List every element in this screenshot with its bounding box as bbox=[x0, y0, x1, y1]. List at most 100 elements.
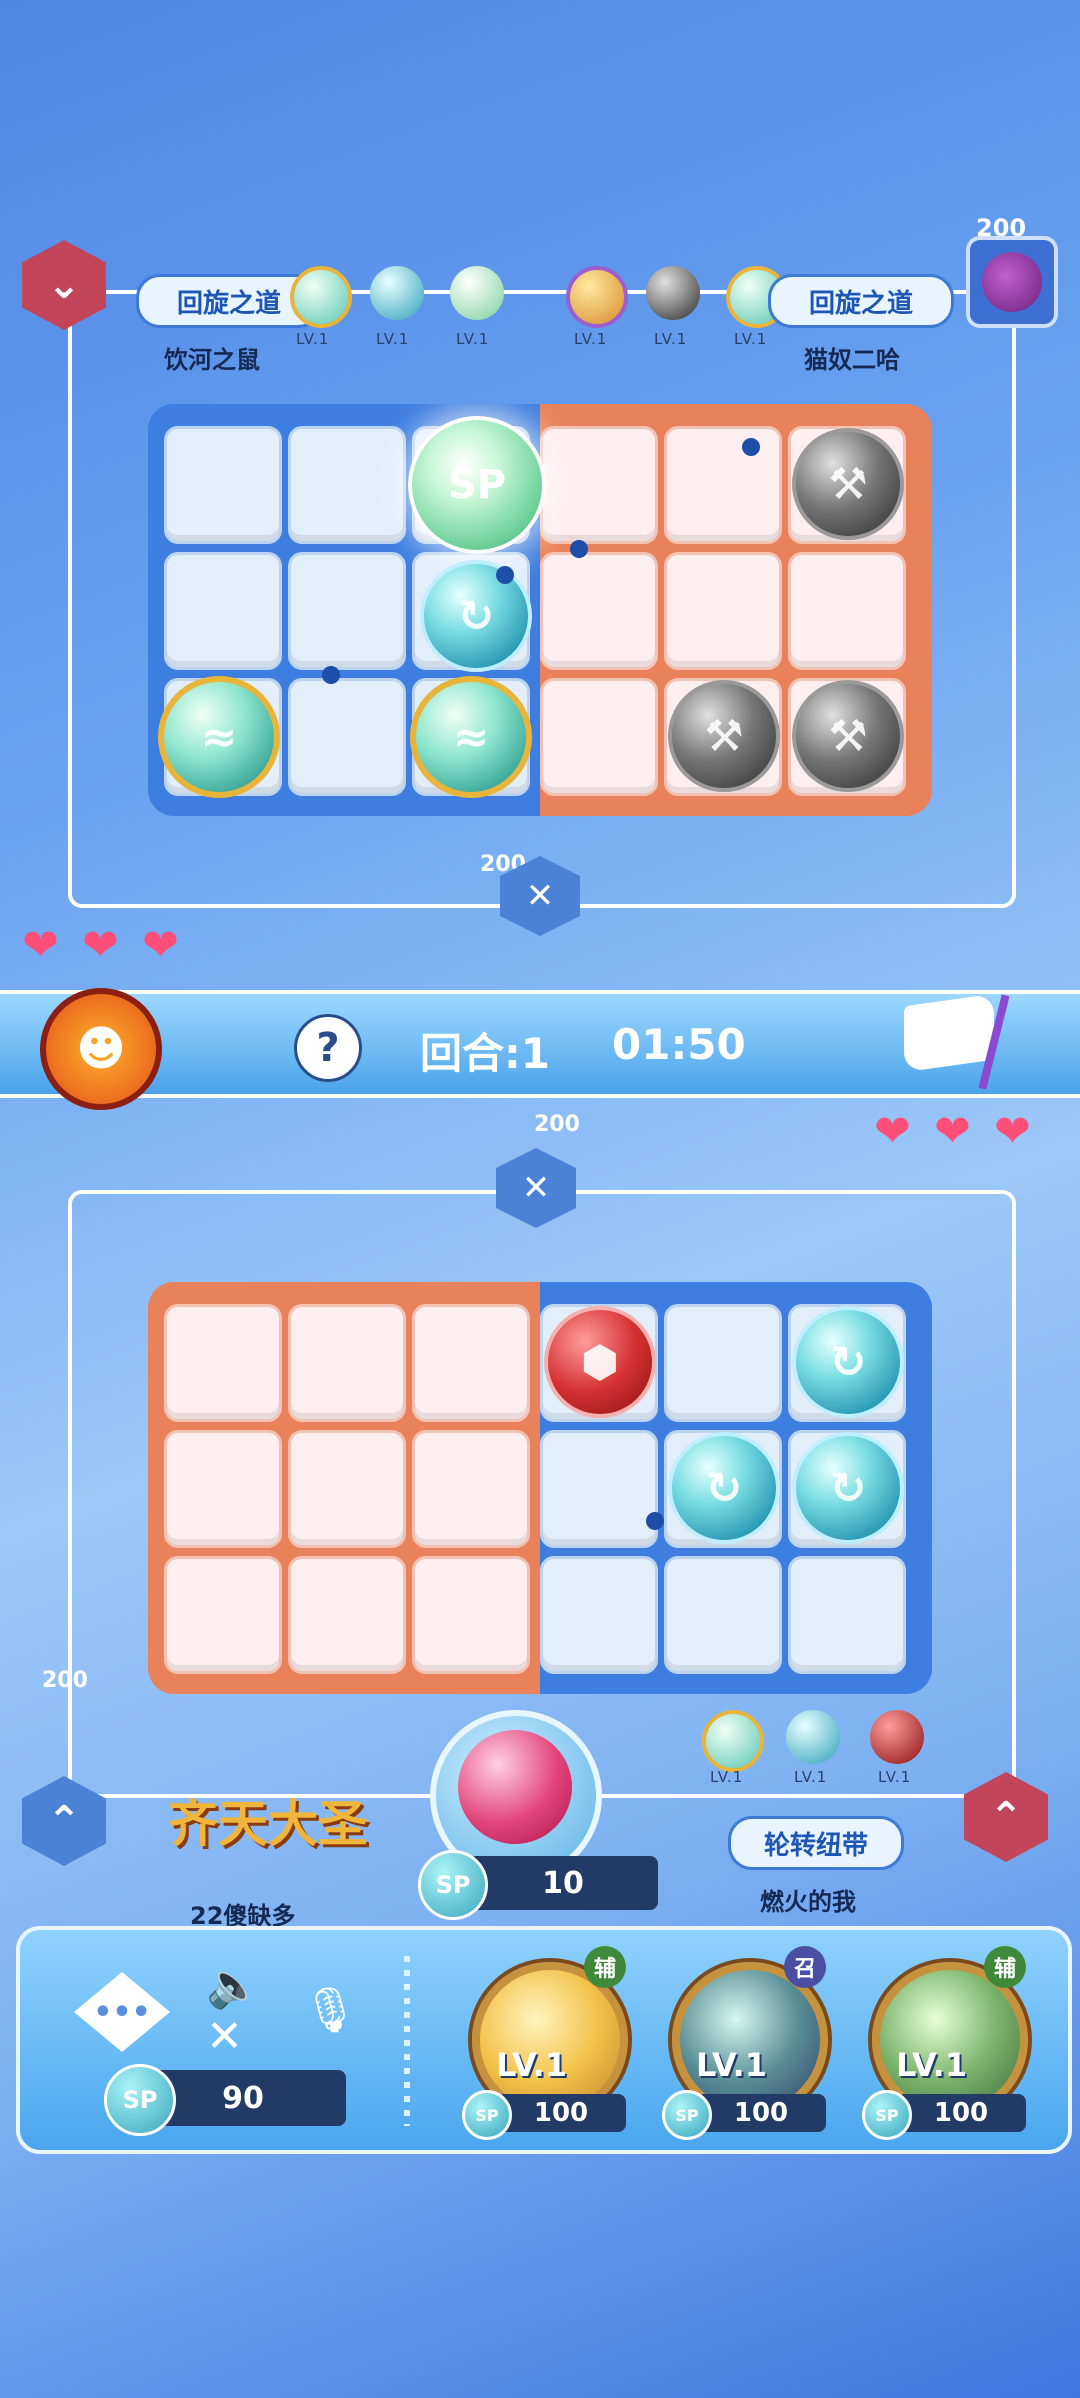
opponent-avatar[interactable] bbox=[966, 236, 1058, 328]
board-cell[interactable] bbox=[412, 1304, 530, 1422]
skill-tag: 召 bbox=[784, 1946, 826, 1988]
right-orb-tornado bbox=[702, 1710, 764, 1772]
board-cell[interactable] bbox=[664, 426, 782, 544]
board-cell[interactable] bbox=[540, 1556, 658, 1674]
left-orb-level-3: LV.1 bbox=[456, 330, 490, 348]
blade-icon: ⚒ bbox=[704, 710, 744, 762]
left-player-name: 饮河之鼠 bbox=[164, 346, 260, 374]
board-cell[interactable] bbox=[164, 1430, 282, 1548]
right-orb-gold bbox=[566, 266, 628, 328]
fang-icon: ⬢ bbox=[580, 1336, 620, 1388]
round-timer: 01:50 bbox=[612, 1020, 746, 1069]
right-player-name: 猫奴二哈 bbox=[804, 346, 900, 374]
board-cell[interactable] bbox=[288, 1304, 406, 1422]
projectile-dot bbox=[322, 666, 340, 684]
projectile-dot bbox=[646, 1512, 664, 1530]
tornado-icon: ≈ bbox=[452, 711, 490, 763]
board-cell[interactable] bbox=[788, 1556, 906, 1674]
right-orb-level-1: LV.1 bbox=[710, 1768, 744, 1786]
smile-icon: ☻ bbox=[75, 1021, 127, 1077]
tornado-orb[interactable]: ≈ bbox=[158, 676, 280, 798]
mute-sound-button[interactable]: 🔈✕ bbox=[206, 1960, 276, 2062]
right-orb-level-2: LV.1 bbox=[654, 330, 688, 348]
board-cell[interactable] bbox=[540, 1430, 658, 1548]
emote-button[interactable]: ☻ bbox=[40, 988, 162, 1110]
right-player-title: 回旋之道 bbox=[768, 274, 954, 328]
demon-avatar-icon bbox=[982, 252, 1042, 312]
board-cell[interactable] bbox=[164, 426, 282, 544]
board-cell[interactable] bbox=[288, 678, 406, 796]
board-cell[interactable] bbox=[540, 552, 658, 670]
player-heart: ❤ bbox=[934, 1106, 971, 1157]
flag-icon bbox=[904, 993, 994, 1073]
swirl-orb[interactable]: ↻ bbox=[668, 1432, 780, 1544]
tornado-orb[interactable]: ≈ bbox=[410, 676, 532, 798]
swirl-icon: ↻ bbox=[829, 1336, 867, 1388]
chevron-up-icon: ⌃ bbox=[989, 1794, 1023, 1840]
swirl-orb[interactable]: ↻ bbox=[792, 1306, 904, 1418]
chat-icon: ••• bbox=[93, 1994, 151, 2030]
swirl-icon: ↻ bbox=[457, 590, 495, 642]
skill-sp-badge: SP bbox=[862, 2090, 912, 2140]
board-cell[interactable] bbox=[288, 1430, 406, 1548]
surrender-flag-button[interactable] bbox=[894, 993, 1014, 1094]
left-orb-level-1: LV.1 bbox=[296, 330, 330, 348]
board-cell[interactable] bbox=[664, 1556, 782, 1674]
player-vs-score: 200 bbox=[534, 1112, 580, 1137]
left-orb-swirl bbox=[370, 266, 424, 320]
board-cell[interactable] bbox=[164, 1304, 282, 1422]
skill-card-2[interactable]: 召 LV.1 100 SP bbox=[662, 1946, 842, 2140]
mute-mic-button[interactable]: 🎙 bbox=[300, 1976, 360, 2044]
opponent-board: SP ↻ ≈ ≈ ⚒ ⚒ ⚒ bbox=[148, 404, 932, 816]
skill-card-3[interactable]: 辅 LV.1 100 SP bbox=[862, 1946, 1042, 2140]
round-indicator: 回合:1 bbox=[420, 1029, 551, 1078]
chevron-up-icon: ⌃ bbox=[47, 1798, 81, 1844]
tornado-icon: ≈ bbox=[200, 711, 238, 763]
board-cell[interactable] bbox=[540, 426, 658, 544]
skill-cost: 100 bbox=[696, 2094, 826, 2132]
skill-level: LV.1 bbox=[896, 2046, 968, 2084]
left-orb-sp bbox=[450, 266, 504, 320]
fang-orb[interactable]: ⬢ bbox=[544, 1306, 656, 1418]
skill-card-1[interactable]: 辅 LV.1 100 SP bbox=[462, 1946, 642, 2140]
board-cell[interactable] bbox=[788, 552, 906, 670]
board-cell[interactable] bbox=[288, 552, 406, 670]
player-heart: ❤ bbox=[994, 1106, 1031, 1157]
opponent-heart: ❤ bbox=[82, 920, 119, 971]
board-cell[interactable] bbox=[412, 1430, 530, 1548]
right-orb-level-1: LV.1 bbox=[574, 330, 608, 348]
skill-cost: 100 bbox=[896, 2094, 1026, 2132]
player-board: ⬢ ↻ ↻ ↻ bbox=[148, 1282, 932, 1694]
left-orb-tornado bbox=[290, 266, 352, 328]
board-cell[interactable] bbox=[664, 552, 782, 670]
swirl-orb[interactable]: ↻ bbox=[420, 560, 532, 672]
blade-orb[interactable]: ⚒ bbox=[792, 680, 904, 792]
board-cell[interactable] bbox=[288, 1556, 406, 1674]
board-cell[interactable] bbox=[540, 678, 658, 796]
opponent-heart: ❤ bbox=[22, 920, 59, 971]
blade-orb[interactable]: ⚒ bbox=[792, 428, 904, 540]
projectile-dot bbox=[742, 438, 760, 456]
board-cell[interactable] bbox=[288, 426, 406, 544]
sp-orb[interactable]: SP bbox=[408, 416, 546, 554]
right-player-name-bottom: 燃火的我 bbox=[760, 1888, 856, 1916]
skill-tag: 辅 bbox=[984, 1946, 1026, 1988]
center-sp-badge: SP bbox=[418, 1850, 488, 1920]
board-cell[interactable] bbox=[412, 1556, 530, 1674]
skill-cost: 100 bbox=[496, 2094, 626, 2132]
blade-orb[interactable]: ⚒ bbox=[668, 680, 780, 792]
right-orb-level-2: LV.1 bbox=[794, 1768, 828, 1786]
projectile-dot bbox=[496, 566, 514, 584]
board-cell[interactable] bbox=[164, 552, 282, 670]
player-sp-badge: SP bbox=[104, 2064, 176, 2136]
board-cell[interactable] bbox=[664, 1304, 782, 1422]
skill-level: LV.1 bbox=[496, 2046, 568, 2084]
swirl-orb[interactable]: ↻ bbox=[792, 1432, 904, 1544]
blade-icon: ⚒ bbox=[828, 710, 868, 762]
swirl-icon: ↻ bbox=[705, 1462, 743, 1514]
board-cell[interactable] bbox=[164, 1556, 282, 1674]
help-icon[interactable]: ? bbox=[294, 1014, 362, 1082]
right-player-title-bottom: 轮转纽带 bbox=[728, 1816, 904, 1870]
right-orb-swirl bbox=[786, 1710, 840, 1764]
left-orb-level-2: LV.1 bbox=[376, 330, 410, 348]
